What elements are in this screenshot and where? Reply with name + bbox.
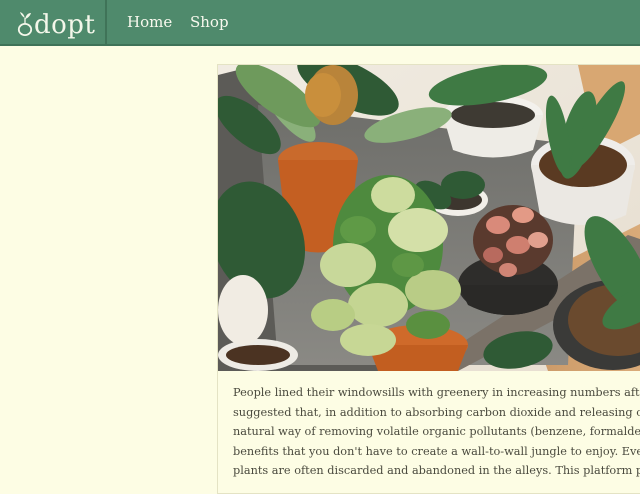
seedling-o-icon <box>17 12 33 36</box>
article-text: People lined their windowsills with gree… <box>233 383 640 481</box>
brand-name: dopt <box>34 10 96 40</box>
article-line: natural way of removing volatile organic… <box>233 425 640 438</box>
nav-link-home[interactable]: Home <box>127 12 172 32</box>
top-navbar: dopt Home Shop <box>0 0 640 46</box>
article-line: plants are often discarded and abandoned… <box>233 464 640 477</box>
article-line: benefits that you don't have to create a… <box>233 444 640 458</box>
article-line: suggested that, in addition to absorbing… <box>233 405 640 419</box>
nav-link-shop[interactable]: Shop <box>190 12 229 32</box>
brand-logo-link[interactable]: dopt <box>17 4 95 40</box>
houseplants-photo <box>218 65 640 371</box>
article-line: People lined their windowsills with gree… <box>233 386 640 399</box>
navbar-divider <box>105 0 107 46</box>
article-card: People lined their windowsills with gree… <box>217 64 640 494</box>
